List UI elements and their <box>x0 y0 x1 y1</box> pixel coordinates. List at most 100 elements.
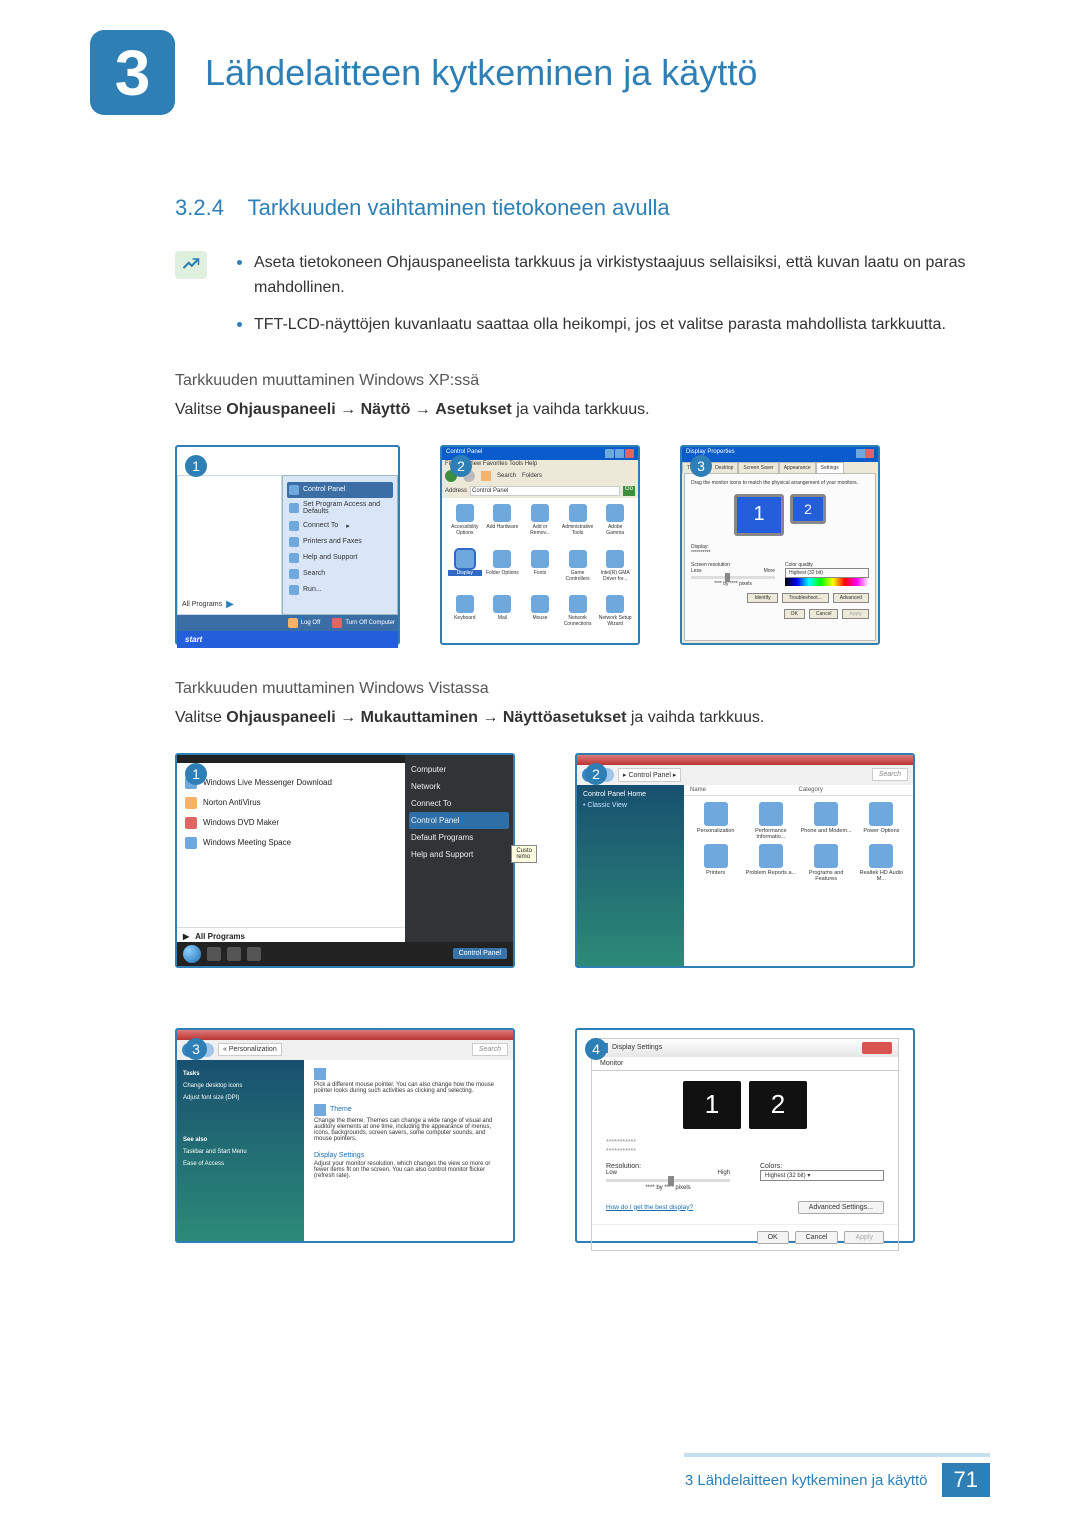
menu-item[interactable]: Set Program Access and Defaults <box>287 498 393 518</box>
cp-item-display[interactable]: Display <box>448 550 482 592</box>
advanced-button[interactable]: Advanced Settings... <box>798 1201 884 1214</box>
taskbar-icon[interactable] <box>227 947 241 961</box>
go-button[interactable]: Go <box>623 486 635 496</box>
start-right-item[interactable]: Default Programs <box>409 829 509 846</box>
cp-item[interactable]: Realtek HD Audio M... <box>856 844 907 882</box>
cp-item[interactable]: Adobe Gamma <box>598 504 632 546</box>
ok-button[interactable]: OK <box>784 609 805 619</box>
start-item[interactable]: Windows DVD Maker <box>183 813 399 833</box>
menu-item[interactable]: Run... <box>287 582 393 598</box>
identify-button[interactable]: Identify <box>747 593 777 603</box>
cancel-button[interactable]: Cancel <box>809 609 839 619</box>
step-badge: 1 <box>185 455 207 477</box>
logoff-button[interactable]: Log Off <box>288 618 321 628</box>
cp-item[interactable]: Intel(R) GMA Driver for... <box>598 550 632 592</box>
menu-item-control-panel[interactable]: Control Panel <box>287 482 393 498</box>
sidebar-link[interactable]: Taskbar and Start Menu <box>183 1146 298 1158</box>
cp-item[interactable]: Programs and Features <box>801 844 852 882</box>
start-right-item[interactable]: Network <box>409 778 509 795</box>
cp-item[interactable]: Add Hardware <box>486 504 520 546</box>
cp-item[interactable]: Keyboard <box>448 595 482 637</box>
sidebar-link[interactable]: Change desktop icons <box>183 1080 298 1092</box>
breadcrumb[interactable]: « Personalization <box>218 1043 282 1056</box>
cp-item[interactable]: Problem Reports a... <box>745 844 796 882</box>
turnoff-button[interactable]: Turn Off Computer <box>332 618 395 628</box>
cp-item[interactable]: Printers <box>690 844 741 882</box>
window-buttons[interactable] <box>856 449 874 460</box>
cp-item[interactable]: Phone and Modem... <box>801 802 852 840</box>
cp-item[interactable]: Mail <box>486 595 520 637</box>
cp-item[interactable]: Mouse <box>523 595 557 637</box>
cp-item[interactable]: Add or Remov... <box>523 504 557 546</box>
start-item[interactable]: Windows Live Messenger Download <box>183 773 399 793</box>
start-orb[interactable] <box>183 945 201 963</box>
start-right-control-panel[interactable]: Control Panel <box>409 812 509 829</box>
taskbar-controlpanel[interactable]: Control Panel <box>453 948 507 959</box>
monitor-1[interactable]: 1 <box>683 1081 741 1129</box>
col-name[interactable]: Name <box>690 787 799 793</box>
cp-item[interactable]: Game Controllers <box>561 550 595 592</box>
folders-button[interactable]: Folders <box>522 473 542 479</box>
tab[interactable]: Desktop <box>710 462 738 473</box>
menu-item[interactable]: Help and Support <box>287 550 393 566</box>
start-right-item[interactable]: Help and Support <box>409 846 509 863</box>
monitor-layout[interactable]: 1 2 <box>606 1081 884 1129</box>
advanced-button[interactable]: Advanced <box>833 593 869 603</box>
cp-item[interactable]: Folder Options <box>486 550 520 592</box>
apply-button[interactable]: Apply <box>842 609 869 619</box>
sidebar-link[interactable]: Ease of Access <box>183 1158 298 1170</box>
search-button[interactable]: Search <box>497 473 516 479</box>
cp-items: Accessibility Options Add Hardware Add o… <box>442 498 638 643</box>
sidebar-link[interactable]: • Classic View <box>583 802 678 809</box>
cp-item[interactable]: Power Options <box>856 802 907 840</box>
col-category[interactable]: Category <box>799 787 908 793</box>
start-right-item[interactable]: Computer <box>409 761 509 778</box>
start-right-item[interactable]: Connect To <box>409 795 509 812</box>
resolution-slider[interactable] <box>606 1179 730 1182</box>
cancel-button[interactable]: Cancel <box>795 1231 839 1244</box>
window-buttons[interactable] <box>605 449 634 458</box>
cp-item[interactable]: Network Connections <box>561 595 595 637</box>
tab-monitor[interactable]: Monitor <box>592 1057 898 1071</box>
personalization-item[interactable]: Pick a different mouse pointer. You can … <box>314 1068 503 1094</box>
cp-item[interactable]: Accessibility Options <box>448 504 482 546</box>
personalization-item[interactable]: Theme Change the theme. Themes can chang… <box>314 1104 503 1142</box>
start-button[interactable]: start <box>177 631 398 648</box>
cp-item[interactable]: Personalization <box>690 802 741 840</box>
ok-button[interactable]: OK <box>757 1231 789 1244</box>
cp-item[interactable]: Performance Informatio... <box>745 802 796 840</box>
search-input[interactable]: Search <box>872 768 908 781</box>
tab[interactable]: Appearance <box>779 462 816 473</box>
cp-item[interactable]: Administrative Tools <box>561 504 595 546</box>
colors-select[interactable]: Highest (32 bit) ▾ <box>760 1170 884 1181</box>
menu-item[interactable]: Connect To▸ <box>287 518 393 534</box>
taskbar-icon[interactable] <box>247 947 261 961</box>
address-input[interactable]: Control Panel <box>470 486 620 496</box>
sidebar-link[interactable]: Control Panel Home <box>583 791 678 798</box>
help-link[interactable]: How do I get the best display? <box>606 1204 693 1211</box>
tab[interactable]: Screen Saver <box>738 462 778 473</box>
close-button[interactable] <box>862 1042 892 1054</box>
resolution-slider[interactable] <box>691 576 775 579</box>
monitor-2[interactable]: 2 <box>749 1081 807 1129</box>
monitor-2[interactable]: 2 <box>790 494 826 524</box>
start-item[interactable]: Norton AntiVirus <box>183 793 399 813</box>
search-input[interactable]: Search <box>472 1043 508 1056</box>
menu-item[interactable]: Search <box>287 566 393 582</box>
start-item[interactable]: Windows Meeting Space <box>183 833 399 853</box>
monitor-layout[interactable]: 1 2 <box>691 494 869 536</box>
cp-item[interactable]: Network Setup Wizard <box>598 595 632 637</box>
monitor-1[interactable]: 1 <box>734 494 784 536</box>
taskbar-icon[interactable] <box>207 947 221 961</box>
apply-button[interactable]: Apply <box>844 1231 884 1244</box>
all-programs[interactable]: All Programs ▶ <box>182 599 234 610</box>
menu-item[interactable]: Printers and Faxes <box>287 534 393 550</box>
personalization-display-settings[interactable]: Display Settings Adjust your monitor res… <box>314 1152 503 1179</box>
breadcrumb[interactable]: ▸ Control Panel ▸ <box>618 768 681 782</box>
tab-settings[interactable]: Settings <box>816 462 844 473</box>
sidebar-link[interactable]: Adjust font size (DPI) <box>183 1092 298 1104</box>
color-select[interactable]: Highest (32 bit) <box>785 568 869 578</box>
meeting-icon <box>185 837 197 849</box>
cp-item[interactable]: Fonts <box>523 550 557 592</box>
troubleshoot-button[interactable]: Troubleshoot... <box>782 593 829 603</box>
